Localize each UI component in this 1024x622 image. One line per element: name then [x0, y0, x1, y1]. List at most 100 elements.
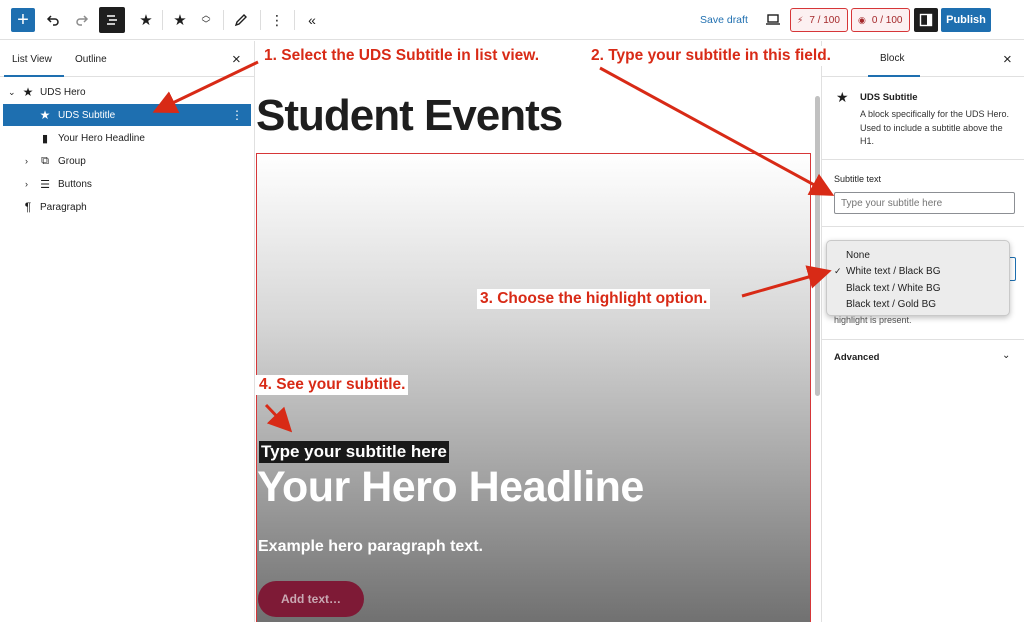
seo-counter-value: 7 / 100 — [809, 14, 840, 26]
annotation-step-3: 3. Choose the highlight option. — [477, 289, 711, 309]
dropdown-option-black-gold[interactable]: Black text / Gold BG — [827, 297, 1009, 314]
annotation-step-1: 1. Select the UDS Subtitle in list view. — [261, 46, 543, 66]
chevron-double-left-icon: « — [308, 12, 316, 28]
checkmark-icon: ✓ — [834, 266, 842, 277]
block-icon-button[interactable]: ★ — [168, 8, 192, 32]
list-view-tabs: List View Outline × — [0, 41, 255, 77]
page-title[interactable]: Student Events — [256, 91, 563, 141]
editor-toolbar: + ★ ★ ︿ ﹀ ⋮ « Save draft ⚡ 7 / 100 ◉ 0 /… — [0, 0, 1024, 40]
tab-list-view[interactable]: List View — [12, 54, 52, 65]
bookmark-icon: ▮ — [41, 132, 49, 145]
publish-button[interactable]: Publish — [941, 8, 991, 32]
active-tab-indicator — [4, 75, 64, 77]
pencil-icon — [234, 14, 247, 27]
list-item-label: UDS Hero — [40, 86, 86, 98]
close-icon[interactable]: × — [1003, 51, 1012, 68]
list-view-icon — [107, 15, 117, 25]
chevron-down-icon[interactable]: ⌄ — [8, 87, 16, 98]
hero-subtitle[interactable]: Type your subtitle here — [259, 441, 449, 463]
paragraph-icon: ¶ — [24, 200, 32, 214]
chevron-right-icon[interactable]: › — [25, 156, 28, 166]
list-item-label: Buttons — [58, 178, 92, 190]
sidebar-icon — [919, 13, 933, 27]
redo-button[interactable] — [70, 8, 94, 32]
annotation-step-2: 2. Type your subtitle in this field. — [588, 46, 834, 66]
star-icon: ★ — [139, 12, 153, 29]
star-icon: ★ — [836, 89, 849, 105]
star-icon: ★ — [39, 108, 51, 122]
subtitle-text-field[interactable] — [834, 192, 1015, 214]
list-item-group[interactable]: › ⧉ Group — [3, 150, 251, 172]
buttons-icon: ☰ — [40, 178, 50, 191]
divider — [822, 226, 1024, 227]
chevron-down-icon[interactable]: ⌄ — [1002, 350, 1010, 361]
hero-headline[interactable]: Your Hero Headline — [257, 463, 644, 512]
chevron-right-icon[interactable]: › — [25, 179, 28, 189]
group-icon: ⧉ — [41, 154, 49, 167]
undo-button[interactable] — [41, 8, 65, 32]
list-item-label: Group — [58, 155, 86, 167]
list-item-paragraph[interactable]: ¶ Paragraph — [3, 196, 251, 218]
option-label: White text / Black BG — [846, 266, 941, 278]
collapse-toolbar-button[interactable]: « — [300, 8, 324, 32]
list-view-panel: List View Outline × ⌄ ★ UDS Hero ★ UDS S… — [0, 41, 255, 622]
readability-icon: ◉ — [858, 14, 866, 25]
add-block-button[interactable]: + — [11, 8, 35, 32]
canvas-scrollbar[interactable] — [815, 96, 820, 396]
seo-counter[interactable]: ⚡ 7 / 100 — [790, 8, 848, 32]
preview-button[interactable] — [761, 8, 785, 32]
more-vertical-icon: ⋮ — [270, 11, 284, 28]
more-vertical-icon[interactable]: ⋮ — [231, 108, 243, 122]
editor-canvas: Student Events Type your subtitle here Y… — [256, 41, 812, 622]
move-block-button[interactable]: ︿ ﹀ — [194, 8, 218, 32]
block-type-button[interactable]: ★ — [134, 8, 158, 32]
options-button[interactable]: ⋮ — [265, 8, 289, 32]
toolbar-divider — [294, 10, 295, 30]
subtitle-text-label: Subtitle text — [834, 174, 882, 184]
list-item-hero-headline[interactable]: ▮ Your Hero Headline — [3, 127, 251, 149]
list-item-uds-subtitle[interactable]: ★ UDS Subtitle ⋮ — [3, 104, 251, 126]
list-item-buttons[interactable]: › ☰ Buttons — [3, 173, 251, 195]
readability-counter-value: 0 / 100 — [871, 14, 903, 26]
readability-counter[interactable]: ◉ 0 / 100 — [851, 8, 910, 32]
annotation-step-4: 4. See your subtitle. — [256, 375, 409, 395]
save-draft-button[interactable]: Save draft — [700, 14, 748, 26]
list-item-label: Paragraph — [40, 201, 87, 213]
active-tab-indicator — [868, 75, 920, 77]
divider — [822, 339, 1024, 340]
block-card-title: UDS Subtitle — [860, 92, 918, 103]
hero-paragraph[interactable]: Example hero paragraph text. — [258, 538, 483, 556]
dropdown-option-white-black[interactable]: ✓ White text / Black BG — [827, 264, 1009, 281]
hero-button[interactable]: Add text… — [258, 581, 364, 617]
advanced-panel-toggle[interactable]: Advanced — [834, 352, 879, 363]
speed-icon: ⚡ — [797, 14, 804, 25]
close-icon[interactable]: × — [232, 51, 241, 68]
plus-icon: + — [17, 9, 29, 31]
chevron-down-icon: ﹀ — [201, 19, 211, 29]
option-label: None — [846, 249, 870, 261]
undo-icon — [46, 15, 59, 26]
star-icon: ★ — [173, 12, 187, 29]
toolbar-divider — [223, 10, 224, 30]
toolbar-divider — [162, 10, 163, 30]
highlight-dropdown: None ✓ White text / Black BG Black text /… — [826, 240, 1010, 316]
list-item-label: Your Hero Headline — [58, 132, 145, 144]
block-card-description: A block specifically for the UDS Hero. U… — [860, 109, 1010, 146]
list-item-uds-hero[interactable]: ⌄ ★ UDS Hero — [3, 81, 251, 103]
option-label: Black text / Gold BG — [846, 299, 937, 311]
redo-icon — [76, 15, 89, 26]
help-text: highlight is present. — [834, 315, 912, 325]
divider — [822, 159, 1024, 160]
tab-block[interactable]: Block — [880, 53, 904, 64]
settings-toggle-button[interactable] — [914, 8, 938, 32]
laptop-icon — [766, 14, 780, 25]
document-overview-button[interactable] — [99, 7, 125, 33]
star-icon: ★ — [22, 85, 34, 99]
option-label: Black text / White BG — [846, 282, 941, 294]
edit-tool-button[interactable] — [229, 8, 253, 32]
dropdown-option-none[interactable]: None — [827, 247, 1009, 264]
list-item-label: UDS Subtitle — [58, 109, 116, 121]
tab-outline[interactable]: Outline — [75, 54, 107, 65]
dropdown-option-black-white[interactable]: Black text / White BG — [827, 280, 1009, 297]
block-settings-panel: Block × ★ UDS Subtitle A block specifica… — [821, 41, 1024, 622]
